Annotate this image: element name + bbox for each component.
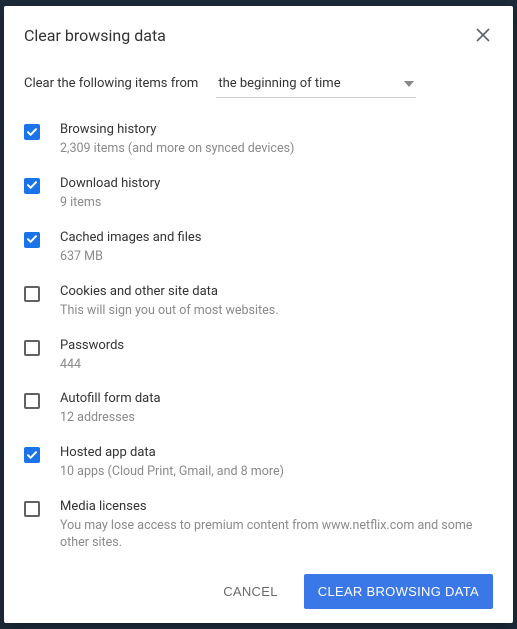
item-row: Autofill form data 12 addresses	[24, 391, 493, 427]
item-checkbox[interactable]	[24, 447, 40, 463]
item-title: Cached images and files	[60, 230, 201, 245]
item-title: Download history	[60, 176, 160, 191]
close-button[interactable]	[473, 26, 493, 46]
clear-button[interactable]: CLEAR BROWSING DATA	[304, 574, 493, 609]
item-checkbox[interactable]	[24, 124, 40, 140]
item-checkbox[interactable]	[24, 340, 40, 356]
item-text: Cookies and other site data This will sig…	[60, 284, 279, 320]
item-title: Cookies and other site data	[60, 284, 279, 299]
item-title: Passwords	[60, 338, 124, 353]
dialog-title: Clear browsing data	[24, 26, 166, 45]
item-subtitle: 637 MB	[60, 249, 201, 266]
time-range-row: Clear the following items from the begin…	[24, 72, 493, 98]
dialog-header: Clear browsing data	[24, 26, 493, 46]
item-title: Browsing history	[60, 122, 294, 137]
item-row: Cached images and files 637 MB	[24, 230, 493, 266]
item-row: Download history 9 items	[24, 176, 493, 212]
item-row: Hosted app data 10 apps (Cloud Print, Gma…	[24, 445, 493, 481]
item-checkbox[interactable]	[24, 393, 40, 409]
item-text: Download history 9 items	[60, 176, 160, 212]
item-subtitle: 12 addresses	[60, 410, 161, 427]
item-checkbox[interactable]	[24, 286, 40, 302]
item-row: Browsing history 2,309 items (and more on…	[24, 122, 493, 158]
item-subtitle: This will sign you out of most websites.	[60, 303, 279, 320]
item-text: Hosted app data 10 apps (Cloud Print, Gma…	[60, 445, 284, 481]
item-text: Autofill form data 12 addresses	[60, 391, 161, 427]
item-title: Hosted app data	[60, 445, 284, 460]
time-range-select[interactable]: the beginning of time	[216, 72, 416, 98]
check-icon	[26, 230, 38, 249]
item-title: Autofill form data	[60, 391, 161, 406]
item-row: Media licenses You may lose access to pre…	[24, 499, 493, 552]
clear-browsing-data-dialog: Clear browsing data Clear the following …	[4, 6, 513, 623]
chevron-down-icon	[404, 76, 414, 91]
dialog-actions: CANCEL CLEAR BROWSING DATA	[24, 574, 493, 609]
item-subtitle: 444	[60, 357, 124, 374]
item-checkbox[interactable]	[24, 501, 40, 517]
time-range-label: Clear the following items from	[24, 76, 198, 91]
items-list: Browsing history 2,309 items (and more on…	[24, 122, 493, 552]
item-subtitle: 9 items	[60, 195, 160, 212]
item-text: Cached images and files 637 MB	[60, 230, 201, 266]
item-subtitle: 10 apps (Cloud Print, Gmail, and 8 more)	[60, 464, 284, 481]
check-icon	[26, 176, 38, 195]
time-range-value: the beginning of time	[218, 76, 340, 91]
item-checkbox[interactable]	[24, 178, 40, 194]
item-row: Passwords 444	[24, 338, 493, 374]
item-text: Passwords 444	[60, 338, 124, 374]
item-subtitle: You may lose access to premium content f…	[60, 518, 493, 552]
item-row: Cookies and other site data This will sig…	[24, 284, 493, 320]
item-text: Browsing history 2,309 items (and more on…	[60, 122, 294, 158]
check-icon	[26, 446, 38, 465]
close-icon	[476, 27, 490, 46]
item-subtitle: 2,309 items (and more on synced devices)	[60, 141, 294, 158]
check-icon	[26, 123, 38, 142]
item-checkbox[interactable]	[24, 232, 40, 248]
cancel-button[interactable]: CANCEL	[209, 574, 292, 609]
item-title: Media licenses	[60, 499, 493, 514]
item-text: Media licenses You may lose access to pre…	[60, 499, 493, 552]
